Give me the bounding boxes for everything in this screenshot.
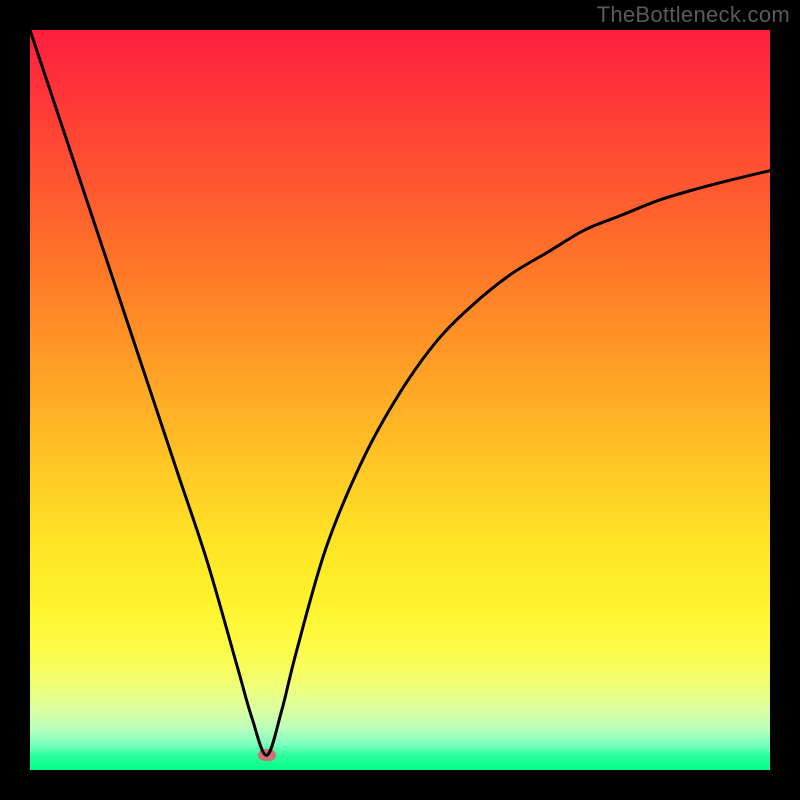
- chart-frame: TheBottleneck.com: [0, 0, 800, 800]
- bottleneck-curve-svg: [30, 30, 770, 770]
- plot-area: [30, 30, 770, 770]
- bottleneck-curve-path: [30, 30, 770, 755]
- watermark-text: TheBottleneck.com: [597, 2, 790, 28]
